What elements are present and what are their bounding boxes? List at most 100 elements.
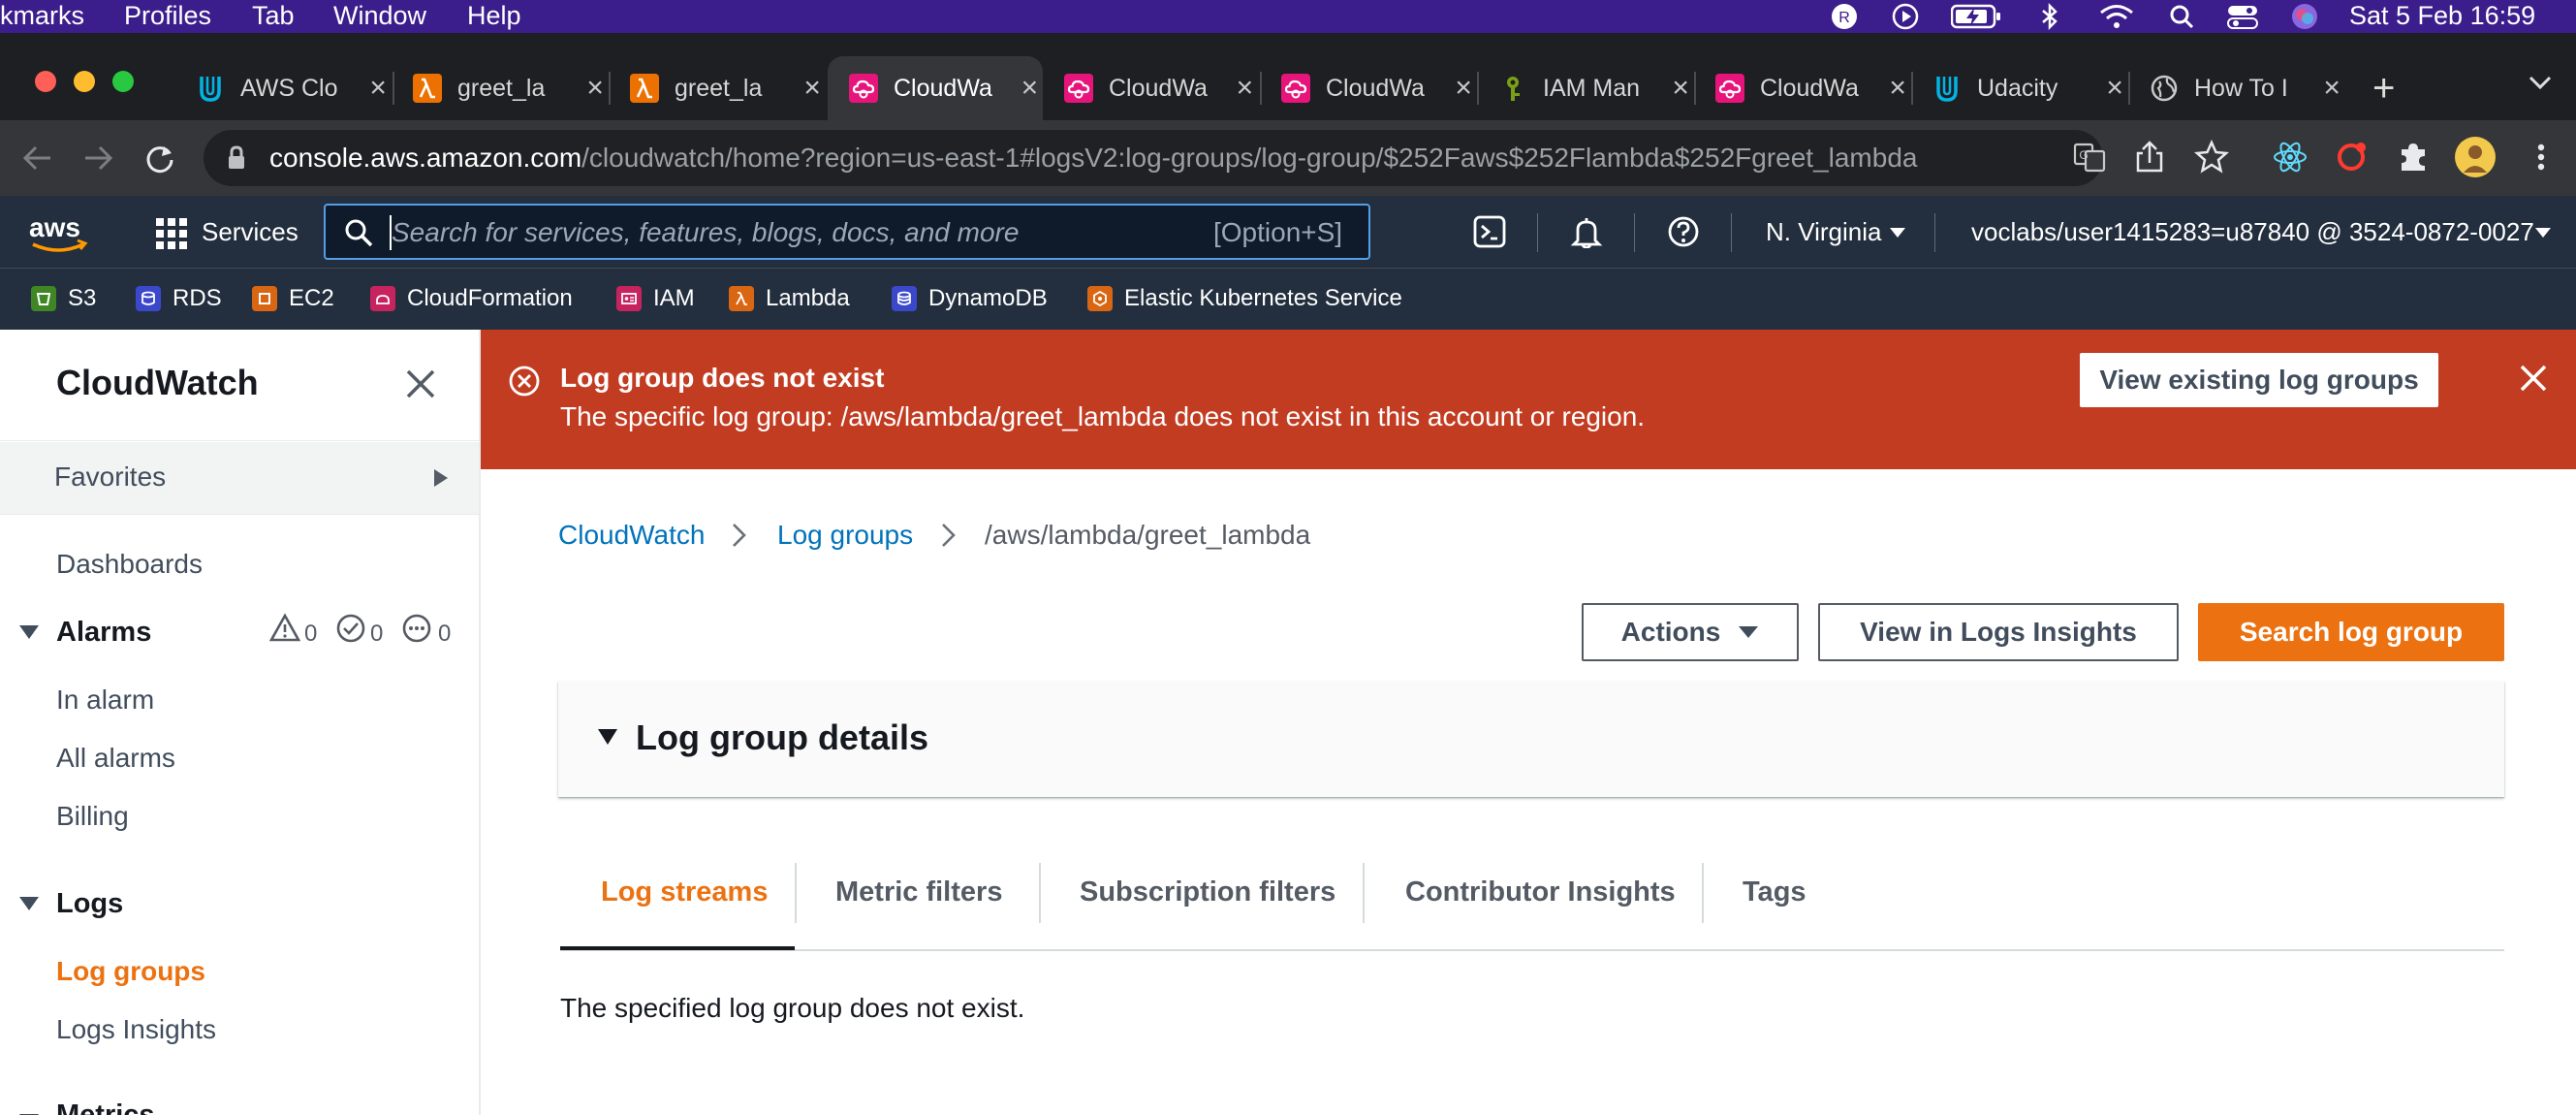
tab-close-icon[interactable]: × [1884,72,1911,105]
view-existing-log-groups-button[interactable]: View existing log groups [2080,353,2438,407]
sidebar-item-log-groups[interactable]: Log groups [56,956,205,987]
account-menu[interactable]: voclabs/user1415283=u87840 @ 3524-0872-0… [1971,196,2534,268]
alarm-warning-icon[interactable] [268,613,301,649]
tab-close-icon[interactable]: × [1450,72,1477,105]
services-menu[interactable]: Services [202,196,298,268]
tab-close-icon[interactable]: × [2318,72,2345,105]
user-status-icon[interactable]: R [1830,3,1859,30]
browser-tab[interactable]: IAM Man × [1477,56,1694,120]
breadcrumb-log-groups[interactable]: Log groups [777,516,913,555]
favorite-ec2[interactable]: EC2 [252,268,334,330]
tab-close-icon[interactable]: × [2101,72,2128,105]
tab-contributor-insights[interactable]: Contributor Insights [1405,863,1676,921]
logs-caret-icon[interactable] [19,897,39,910]
favorite-s3[interactable]: S3 [31,268,96,330]
browser-tab[interactable]: Udacity × [1911,56,2128,120]
spotlight-search-icon[interactable] [2167,3,2196,30]
favorite-cloudformation[interactable]: CloudFormation [370,268,573,330]
profile-avatar[interactable] [2454,136,2497,183]
sidebar-item-all-alarms[interactable]: All alarms [56,743,175,774]
react-devtools-icon[interactable] [2272,140,2309,179]
sidebar-section-alarms[interactable]: Alarms [56,617,151,649]
play-icon[interactable] [1890,3,1921,30]
sidebar-item-dashboards[interactable]: Dashboards [56,549,203,580]
tab-metric-filters[interactable]: Metric filters [835,863,1002,921]
bluetooth-icon[interactable] [2035,3,2064,30]
os-menu-window[interactable]: Window [333,0,426,31]
new-tab-button[interactable]: + [2372,66,2395,111]
sidebar-item-in-alarm[interactable]: In alarm [56,685,154,716]
browser-tab[interactable]: CloudWa × [1694,56,1911,120]
lock-icon[interactable] [227,145,246,175]
browser-menu-icon[interactable] [2531,140,2551,179]
caret-right-icon[interactable] [432,467,450,494]
region-selector[interactable]: N. Virginia [1766,196,1881,268]
back-arrow-icon[interactable] [21,142,54,179]
sidebar-item-logs-insights[interactable]: Logs Insights [56,1014,216,1045]
clock[interactable]: Sat 5 Feb 16:59 [2349,0,2535,31]
tab-title: Udacity [1977,74,2058,102]
sidebar-item-favorites[interactable]: Favorites [54,462,166,493]
alarm-ok-icon[interactable] [335,613,366,649]
search-log-group-button[interactable]: Search log group [2198,603,2504,661]
forward-arrow-icon[interactable] [81,142,114,179]
browser-tab[interactable]: CloudWa × [1043,56,1258,120]
window-minimize-button[interactable] [74,71,95,92]
favorite-rds[interactable]: RDS [136,268,222,330]
tab-tags[interactable]: Tags [1743,863,1806,921]
extensions-puzzle-icon[interactable] [2396,140,2431,179]
sidebar-section-metrics[interactable]: Metrics [56,1099,155,1115]
alarms-caret-icon[interactable] [19,625,39,639]
browser-tab[interactable]: How To I × [2128,56,2345,120]
browser-tab[interactable]: greet_la × [392,56,609,120]
browser-tab[interactable]: AWS Clo × [174,56,392,120]
favorite-dynamodb[interactable]: DynamoDB [892,268,1048,330]
services-grid-icon[interactable] [155,217,188,255]
help-icon[interactable] [1667,215,1700,253]
tab-close-icon[interactable]: × [364,72,392,105]
expand-caret-icon[interactable] [597,728,618,750]
os-menu-profiles[interactable]: Profiles [124,0,211,31]
share-icon[interactable] [2132,140,2167,179]
tab-subscription-filters[interactable]: Subscription filters [1080,863,1335,921]
notifications-bell-icon[interactable] [1570,215,1603,253]
favorite-iam[interactable]: IAM [616,268,695,330]
tab-close-icon[interactable]: × [1017,72,1043,105]
record-extension-icon[interactable] [2334,140,2369,179]
sidebar-section-logs[interactable]: Logs [56,888,123,920]
cloudshell-icon[interactable] [1473,215,1506,253]
os-menu-bookmarks[interactable]: kmarks [0,0,84,31]
os-menu-tab[interactable]: Tab [252,0,295,31]
aws-logo[interactable]: aws [27,212,95,261]
tab-search-chevron-icon[interactable] [2528,74,2553,96]
reload-icon[interactable] [143,142,176,179]
view-in-logs-insights-button[interactable]: View in Logs Insights [1818,603,2179,661]
battery-icon[interactable] [1950,3,2002,30]
close-sidebar-icon[interactable] [403,366,438,406]
siri-icon[interactable] [2289,3,2320,30]
window-close-button[interactable] [35,71,56,92]
log-group-details-heading[interactable]: Log group details [636,717,928,758]
sidebar-item-billing[interactable]: Billing [56,801,129,832]
tab-close-icon[interactable]: × [581,72,609,105]
tab-close-icon[interactable]: × [1232,72,1258,105]
translate-icon[interactable]: G [2072,140,2107,179]
wifi-icon[interactable] [2097,3,2136,30]
control-center-icon[interactable] [2225,3,2260,30]
dismiss-flash-icon[interactable] [2518,363,2549,398]
browser-tab-active[interactable]: CloudWa × [828,56,1043,120]
favorite-lambda[interactable]: Lambda [729,268,850,330]
tab-close-icon[interactable]: × [799,72,826,105]
tab-log-streams[interactable]: Log streams [601,863,768,921]
browser-tab[interactable]: greet_la × [609,56,826,120]
tab-close-icon[interactable]: × [1667,72,1694,105]
os-menu-help[interactable]: Help [467,0,521,31]
bookmark-star-icon[interactable] [2193,139,2230,179]
actions-dropdown-button[interactable]: Actions [1582,603,1799,661]
window-zoom-button[interactable] [112,71,134,92]
browser-tab[interactable]: CloudWa × [1260,56,1477,120]
url-text[interactable]: console.aws.amazon.com/cloudwatch/home?r… [269,130,1917,186]
breadcrumb-cloudwatch[interactable]: CloudWatch [558,516,705,555]
favorite-eks[interactable]: Elastic Kubernetes Service [1087,268,1402,330]
alarm-insufficient-icon[interactable] [401,613,432,649]
